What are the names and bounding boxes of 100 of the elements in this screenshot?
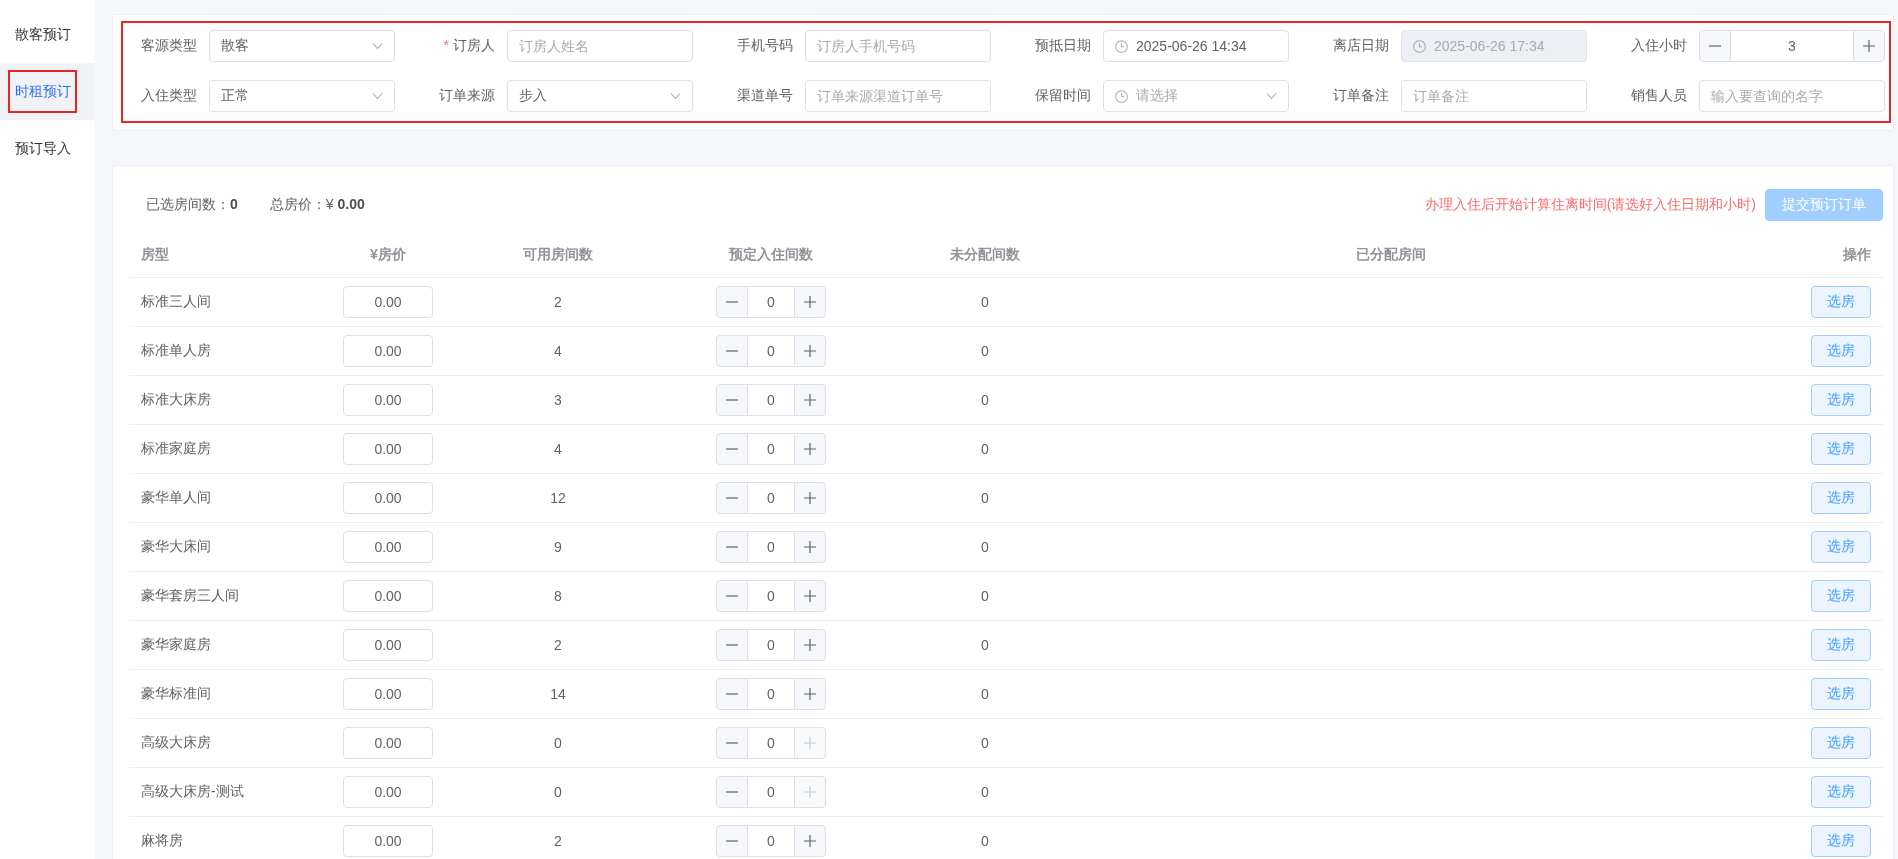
number-field[interactable]: 0 <box>748 286 794 318</box>
table-cell: 麻将房 <box>141 832 183 848</box>
decrease-button[interactable] <box>716 482 748 514</box>
number-field[interactable]: 0 <box>748 727 794 759</box>
minus-icon <box>726 399 738 401</box>
number-field[interactable]: 0 <box>748 580 794 612</box>
text-field[interactable]: 订单来源渠道订单号 <box>805 80 991 112</box>
select-field[interactable]: 步入 <box>507 80 693 112</box>
text-field[interactable]: 输入要查询的名字 <box>1699 80 1885 112</box>
summary-text: 总房价：¥ 0.00 <box>269 196 365 214</box>
table-cell: 4 <box>554 343 562 359</box>
price-input[interactable]: 0.00 <box>343 727 433 759</box>
price-input[interactable]: 0.00 <box>343 531 433 563</box>
table-cell: 2 <box>554 637 562 653</box>
number-field[interactable]: 0 <box>748 384 794 416</box>
column-header: ¥房价 <box>370 246 406 262</box>
price-input[interactable]: 0.00 <box>343 384 433 416</box>
plus-icon <box>804 345 816 357</box>
table-cell: 0 <box>981 686 989 702</box>
decrease-button[interactable] <box>716 678 748 710</box>
number-field[interactable]: 0 <box>748 678 794 710</box>
table-cell: 标准单人房 <box>141 342 211 358</box>
select-field[interactable]: 正常 <box>209 80 395 112</box>
plus-icon <box>804 492 816 504</box>
table-cell: 8 <box>554 588 562 604</box>
field-label: 销售人员 <box>1631 87 1687 103</box>
decrease-button[interactable] <box>716 531 748 563</box>
select-field[interactable]: 散客 <box>209 30 395 62</box>
price-input[interactable]: 0.00 <box>343 825 433 857</box>
number-field[interactable]: 0 <box>748 825 794 857</box>
increase-button[interactable] <box>794 531 826 563</box>
increase-button[interactable] <box>794 580 826 612</box>
decrease-button[interactable] <box>716 580 748 612</box>
field-label: 客源类型 <box>141 37 197 53</box>
table-cell: 0 <box>981 637 989 653</box>
table-cell: 0 <box>981 490 989 506</box>
sidebar-item[interactable]: 预订导入 <box>0 120 94 177</box>
chevron-down-icon <box>670 93 681 99</box>
plus-icon <box>804 737 816 749</box>
column-header: 操作 <box>1843 246 1871 262</box>
table-cell: 9 <box>554 539 562 555</box>
clock-icon <box>1413 39 1426 53</box>
field-label: 预抵日期 <box>1035 37 1091 53</box>
price-input[interactable]: 0.00 <box>343 286 433 318</box>
minus-icon <box>1709 45 1721 47</box>
decrease-button[interactable] <box>716 776 748 808</box>
decrease-button[interactable] <box>716 825 748 857</box>
number-field[interactable]: 0 <box>748 335 794 367</box>
increase-button[interactable] <box>794 629 826 661</box>
decrease-button[interactable] <box>716 286 748 318</box>
price-input[interactable]: 0.00 <box>343 335 433 367</box>
price-input[interactable]: 0.00 <box>343 776 433 808</box>
column-header: 未分配间数 <box>950 246 1020 262</box>
number-field[interactable]: 0 <box>748 776 794 808</box>
price-input[interactable]: 0.00 <box>343 482 433 514</box>
table-cell: 标准三人间 <box>141 293 211 309</box>
chevron-down-icon <box>372 93 383 99</box>
text-field[interactable]: 订房人手机号码 <box>805 30 991 62</box>
text-field[interactable]: 订单备注 <box>1401 80 1587 112</box>
plus-icon <box>804 590 816 602</box>
number-field[interactable]: 0 <box>748 433 794 465</box>
sidebar-item[interactable]: 散客预订 <box>0 6 94 63</box>
price-input[interactable]: 0.00 <box>343 580 433 612</box>
price-input[interactable]: 0.00 <box>343 629 433 661</box>
price-input[interactable]: 0.00 <box>343 678 433 710</box>
increase-button[interactable] <box>794 384 826 416</box>
decrease-button[interactable] <box>716 727 748 759</box>
decrease-button[interactable] <box>716 629 748 661</box>
minus-icon <box>726 791 738 793</box>
table-cell: 豪华标准间 <box>141 685 211 701</box>
field-label: 订单备注 <box>1333 87 1389 103</box>
decrease-button[interactable] <box>1699 30 1731 62</box>
number-field[interactable]: 0 <box>748 629 794 661</box>
table-cell: 4 <box>554 441 562 457</box>
price-input[interactable]: 0.00 <box>343 433 433 465</box>
increase-button[interactable] <box>794 482 826 514</box>
minus-icon <box>726 546 738 548</box>
number-field[interactable]: 0 <box>748 531 794 563</box>
increase-button[interactable] <box>1853 30 1885 62</box>
clock-icon <box>1115 39 1128 53</box>
chevron-down-icon <box>1266 93 1277 99</box>
date-time-field[interactable]: 2025-06-26 14:34 <box>1103 30 1289 62</box>
increase-button[interactable] <box>794 335 826 367</box>
number-field[interactable]: 3 <box>1731 30 1853 62</box>
decrease-button[interactable] <box>716 384 748 416</box>
number-field[interactable]: 0 <box>748 482 794 514</box>
decrease-button[interactable] <box>716 433 748 465</box>
increase-button[interactable] <box>794 286 826 318</box>
table-cell: 0 <box>981 539 989 555</box>
notice-text: 办理入住后开始计算住离时间(请选好入住日期和小时) <box>1424 196 1756 214</box>
table-cell: 0 <box>981 392 989 408</box>
minus-icon <box>726 742 738 744</box>
table-cell: 0 <box>981 588 989 604</box>
increase-button[interactable] <box>794 825 826 857</box>
decrease-button[interactable] <box>716 335 748 367</box>
sidebar-item[interactable]: 时租预订 <box>0 63 94 120</box>
text-field[interactable]: 订房人姓名 <box>507 30 693 62</box>
increase-button[interactable] <box>794 433 826 465</box>
increase-button[interactable] <box>794 678 826 710</box>
table-cell: 标准家庭房 <box>141 440 211 456</box>
